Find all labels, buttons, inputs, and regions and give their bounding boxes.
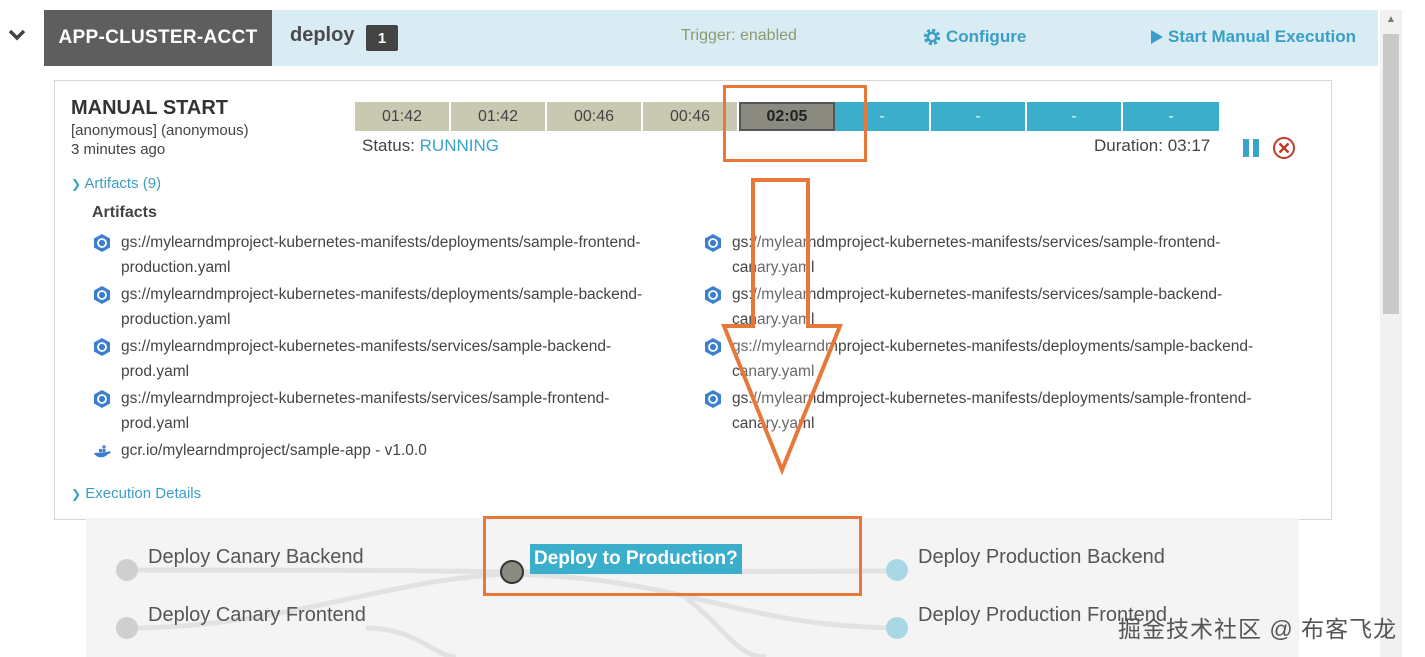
execution-title: MANUAL START xyxy=(71,97,229,119)
cancel-icon[interactable] xyxy=(1272,136,1296,160)
artifact-path: gs://mylearndmproject-kubernetes-manifes… xyxy=(121,338,612,355)
chevron-down-icon[interactable] xyxy=(6,24,28,46)
execution-details-label: Execution Details xyxy=(85,485,202,502)
execution-status: Status: RUNNING xyxy=(362,136,499,156)
kubernetes-icon xyxy=(94,390,110,408)
docker-image: gcr.io/mylearndmproject/sample-app - v1.… xyxy=(121,442,427,459)
pipeline-name[interactable]: deploy xyxy=(290,24,354,47)
kubernetes-icon xyxy=(94,286,110,304)
stage-node-prod-backend[interactable] xyxy=(886,559,908,581)
stage-label-canary-frontend[interactable]: Deploy Canary Frontend xyxy=(148,604,366,627)
artifacts-heading: Artifacts xyxy=(92,204,157,221)
artifact-path: gs://mylearndmproject-kubernetes-manifes… xyxy=(121,286,643,303)
execution-details-toggle[interactable]: ❯ Execution Details xyxy=(71,485,201,502)
scrollbar-thumb[interactable] xyxy=(1383,34,1399,314)
artifacts-toggle-label: Artifacts (9) xyxy=(84,175,162,192)
artifact-item[interactable]: gs://mylearndmproject-kubernetes-manifes… xyxy=(92,334,701,384)
trigger-status[interactable]: Trigger: enabled xyxy=(681,27,797,45)
annotation-highlight-judgment xyxy=(483,516,862,596)
start-manual-execution-button[interactable]: Start Manual Execution xyxy=(1150,27,1356,47)
scroll-up-arrow-icon[interactable]: ▲ xyxy=(1386,14,1396,25)
stage-node-prod-frontend[interactable] xyxy=(886,617,908,639)
execution-user: [anonymous] (anonymous) xyxy=(71,122,249,139)
annotation-down-arrow-icon xyxy=(721,178,843,476)
application-name: APP-CLUSTER-ACCT xyxy=(44,10,272,66)
artifacts-toggle[interactable]: ❯ Artifacts (9) xyxy=(71,175,161,192)
execution-time: 3 minutes ago xyxy=(71,141,166,158)
execution-duration: Duration: 03:17 xyxy=(1094,136,1211,155)
gear-icon xyxy=(923,28,941,46)
artifact-path: gs://mylearndmproject-kubernetes-manifes… xyxy=(121,234,641,251)
configure-label: Configure xyxy=(946,27,1027,46)
stage-label-prod-backend[interactable]: Deploy Production Backend xyxy=(918,546,1165,569)
kubernetes-icon xyxy=(94,234,110,252)
artifact-path-cont: prod.yaml xyxy=(121,415,190,432)
artifact-item[interactable]: gs://mylearndmproject-kubernetes-manifes… xyxy=(92,282,701,332)
stage-label-canary-backend[interactable]: Deploy Canary Backend xyxy=(148,546,364,569)
artifact-path-cont: production.yaml xyxy=(121,311,231,328)
docker-icon xyxy=(94,445,111,458)
artifact-path-cont: production.yaml xyxy=(121,259,231,276)
start-manual-label: Start Manual Execution xyxy=(1168,27,1356,46)
artifact-item[interactable]: gs://mylearndmproject-kubernetes-manifes… xyxy=(92,386,701,436)
stage-node-canary-frontend[interactable] xyxy=(116,617,138,639)
artifact-item[interactable]: gs://mylearndmproject-kubernetes-manifes… xyxy=(92,230,701,280)
chevron-down-icon: ❯ xyxy=(71,177,82,191)
artifact-list-left: gs://mylearndmproject-kubernetes-manifes… xyxy=(92,230,701,463)
watermark: 掘金技术社区 @ 布客飞龙 xyxy=(1118,616,1398,642)
kubernetes-icon xyxy=(94,338,110,356)
stage-segment[interactable]: 01:42 xyxy=(451,102,547,131)
stage-segment[interactable]: 00:46 xyxy=(547,102,643,131)
stage-segment[interactable]: 01:42 xyxy=(355,102,451,131)
artifact-path-cont: prod.yaml xyxy=(121,363,190,380)
status-value: RUNNING xyxy=(419,136,499,155)
stage-node-canary-backend[interactable] xyxy=(116,559,138,581)
artifact-path: gs://mylearndmproject-kubernetes-manifes… xyxy=(121,390,610,407)
stage-segment[interactable]: - xyxy=(931,102,1027,131)
stage-segment[interactable]: - xyxy=(1123,102,1219,131)
chevron-down-icon: ❯ xyxy=(71,487,82,501)
play-icon xyxy=(1151,30,1163,44)
status-label: Status: xyxy=(362,136,415,155)
artifact-item[interactable]: gcr.io/mylearndmproject/sample-app - v1.… xyxy=(92,438,701,463)
stage-segment[interactable]: - xyxy=(1027,102,1123,131)
execution-count-badge: 1 xyxy=(366,25,398,51)
annotation-highlight-stage xyxy=(723,85,867,162)
configure-button[interactable]: Configure xyxy=(922,27,1026,47)
pause-icon[interactable] xyxy=(1241,138,1261,158)
